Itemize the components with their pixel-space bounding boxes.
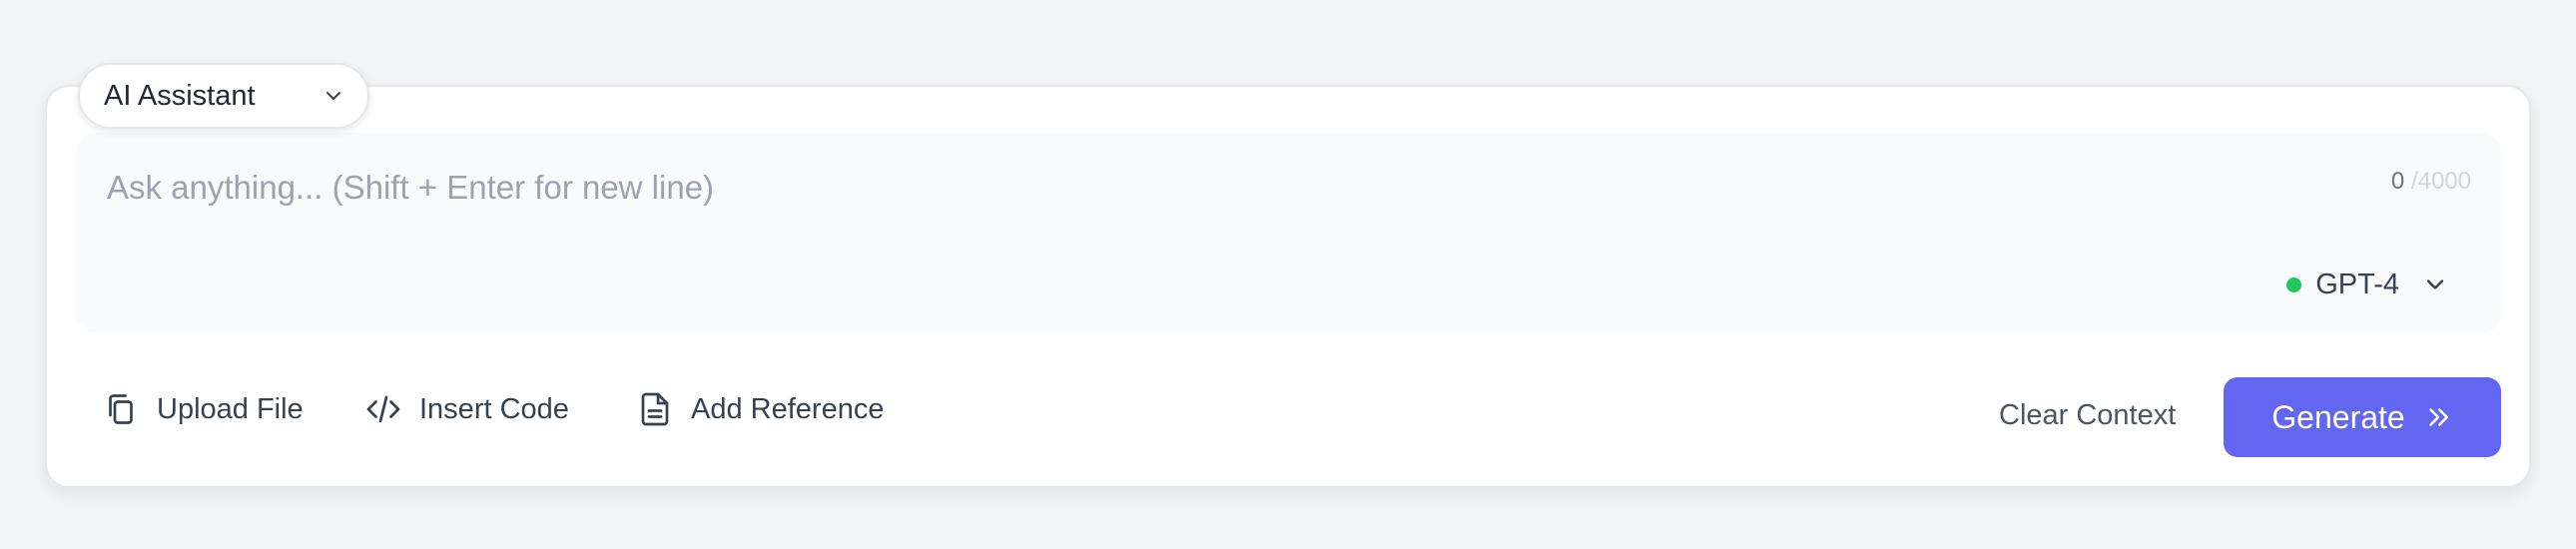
model-status-dot (2286, 276, 2302, 292)
chevrons-right-icon (2428, 408, 2448, 426)
insert-code-button[interactable]: Insert Code (365, 391, 569, 427)
generate-button[interactable]: Generate (2224, 377, 2501, 457)
model-selector[interactable]: GPT-4 (2286, 263, 2449, 306)
clear-context-button[interactable]: Clear Context (1999, 399, 2176, 432)
add-reference-button[interactable]: Add Reference (637, 391, 884, 427)
add-reference-label: Add Reference (691, 392, 885, 425)
copy-icon (109, 394, 133, 424)
upload-file-button[interactable]: Upload File (103, 391, 304, 427)
upload-file-label: Upload File (157, 392, 304, 425)
assistant-selector-label: AI Assistant (104, 79, 256, 112)
prompt-input[interactable] (107, 163, 2254, 213)
character-limit: /4000 (2410, 168, 2471, 195)
insert-code-label: Insert Code (419, 392, 569, 425)
character-counter: 0 /4000 (2391, 168, 2471, 196)
document-icon (641, 392, 669, 426)
model-selector-label: GPT-4 (2315, 268, 2399, 300)
assistant-selector[interactable]: AI Assistant (78, 63, 369, 129)
code-icon (366, 395, 400, 423)
chevron-down-icon (326, 92, 340, 100)
generate-label: Generate (2271, 398, 2405, 435)
chevron-down-icon (2426, 279, 2444, 289)
prompt-area: 0 /4000 GPT-4 (77, 133, 2501, 332)
character-count: 0 (2390, 168, 2405, 195)
